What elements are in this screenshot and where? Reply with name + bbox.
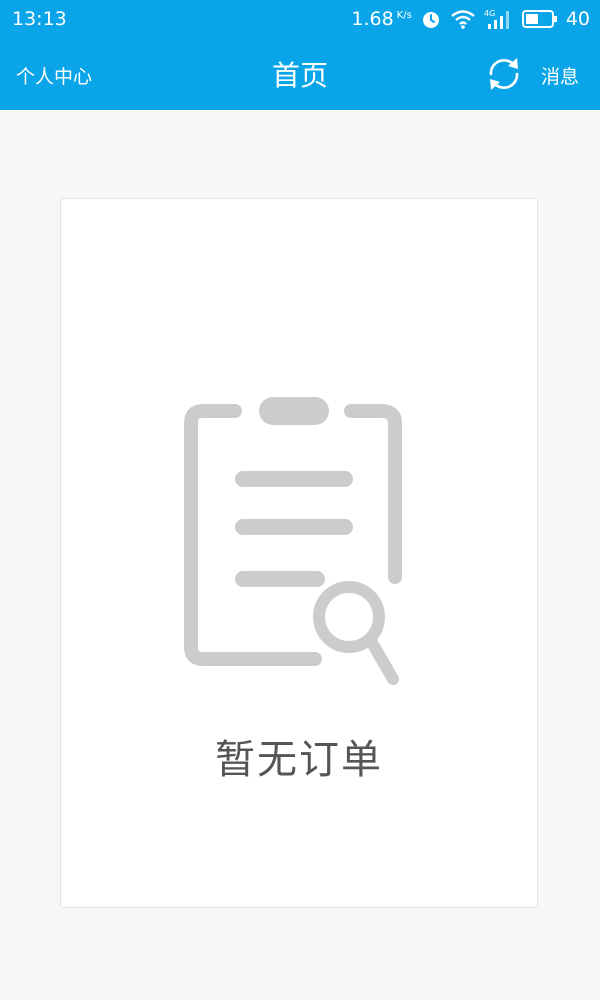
signal-network-label: 4G [484, 9, 495, 18]
status-right-group: 1.68 K/s 4G 40 [351, 0, 590, 38]
clipboard-search-icon [184, 397, 402, 685]
signal-icon: 4G [484, 9, 509, 29]
wifi-icon [451, 10, 475, 29]
empty-orders-message: 暂无订单 [215, 737, 383, 783]
status-time: 13:13 [12, 8, 67, 30]
battery-percent: 40 [565, 8, 590, 30]
network-speed: 1.68 K/s [351, 8, 411, 30]
refresh-icon[interactable] [484, 54, 524, 94]
alarm-icon [422, 12, 439, 28]
navigation-bar: 个人中心 首页 消息 [0, 38, 600, 110]
messages-button[interactable]: 消息 [541, 62, 579, 89]
status-bar: 13:13 1.68 K/s 4G 40 [0, 0, 600, 38]
battery-icon [521, 10, 557, 28]
network-speed-value: 1.68 [351, 8, 394, 30]
network-speed-unit: K/s [396, 10, 412, 21]
empty-orders-card: 暂无订单 [60, 198, 538, 908]
